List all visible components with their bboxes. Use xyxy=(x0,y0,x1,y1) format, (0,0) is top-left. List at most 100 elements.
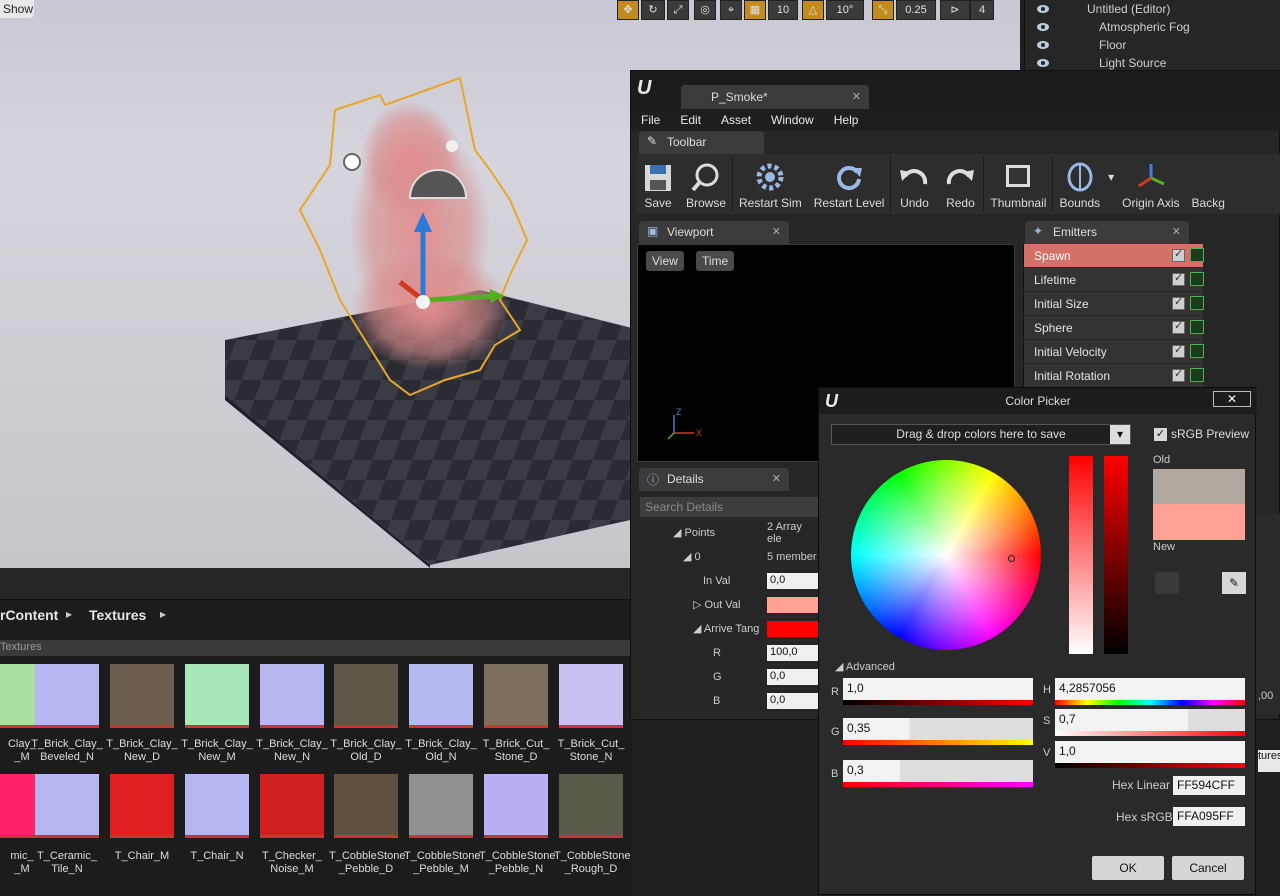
origin-axis-button[interactable]: Origin Axis xyxy=(1116,154,1185,214)
emitter-module-row[interactable]: Initial Size xyxy=(1023,292,1204,315)
scale-snap-icon[interactable]: ⤡ xyxy=(872,0,894,20)
tab-viewport[interactable]: ▣ Viewport ✕ xyxy=(639,221,789,244)
tab-emitters[interactable]: ✦ Emitters ✕ xyxy=(1025,221,1189,244)
curve-editor-icon[interactable] xyxy=(1190,272,1204,286)
eye-icon[interactable] xyxy=(1037,5,1049,13)
outliner-item[interactable]: Atmospheric Fog xyxy=(1025,18,1280,36)
world-space-icon[interactable]: ◎ xyxy=(694,0,716,20)
cancel-button[interactable]: Cancel xyxy=(1172,856,1244,880)
time-button[interactable]: Time xyxy=(696,251,735,271)
rotation-snap-value[interactable]: 10° xyxy=(826,0,864,20)
module-enabled-checkbox[interactable] xyxy=(1172,319,1185,334)
eye-icon[interactable] xyxy=(1037,41,1049,49)
bounds-dropdown[interactable]: ▾ xyxy=(1106,154,1116,214)
r-slider[interactable]: 1,0 xyxy=(843,678,1033,700)
saturation-slider[interactable] xyxy=(1069,456,1093,654)
rotation-snap-icon[interactable]: △ xyxy=(802,0,824,20)
color-wheel-cursor[interactable] xyxy=(1008,555,1015,562)
scale-tool-icon[interactable]: ⤢ xyxy=(667,0,689,20)
emitter-module-row[interactable]: Sphere xyxy=(1023,316,1204,339)
search-details-input[interactable]: Search Details xyxy=(640,497,820,517)
chevron-down-icon[interactable]: ▾ xyxy=(1110,425,1130,444)
grid-snap-value[interactable]: 10 xyxy=(768,0,798,20)
outliner-item[interactable]: Untitled (Editor) xyxy=(1025,0,1280,18)
texture-thumbnail[interactable] xyxy=(409,664,473,728)
h-slider[interactable]: 4,2857056 xyxy=(1055,678,1245,700)
close-icon[interactable]: ✕ xyxy=(1172,225,1181,238)
emitter-module-row[interactable]: Initial Velocity xyxy=(1023,340,1204,363)
menu-help[interactable]: Help xyxy=(824,109,869,131)
ok-button[interactable]: OK xyxy=(1092,856,1164,880)
curve-editor-icon[interactable] xyxy=(1190,320,1204,334)
texture-thumbnail[interactable] xyxy=(484,774,548,838)
g-slider[interactable]: 0,35 xyxy=(843,718,1033,740)
close-icon[interactable]: ✕ xyxy=(772,472,781,485)
background-color-button[interactable]: Backg xyxy=(1186,154,1225,214)
module-enabled-checkbox[interactable] xyxy=(1172,295,1185,310)
camera-speed-icon[interactable]: ⊳ xyxy=(940,0,970,20)
texture-thumbnail[interactable] xyxy=(409,774,473,838)
color-wheel[interactable] xyxy=(851,460,1041,650)
texture-thumbnail[interactable] xyxy=(260,774,324,838)
redo-button[interactable]: Redo xyxy=(937,154,983,214)
undo-button[interactable]: Undo xyxy=(891,154,937,214)
eyedropper-icon[interactable]: ✎ xyxy=(1222,572,1246,594)
rotate-tool-icon[interactable]: ↻ xyxy=(641,0,665,20)
module-enabled-checkbox[interactable] xyxy=(1172,247,1185,262)
menu-asset[interactable]: Asset xyxy=(711,109,761,131)
curve-editor-icon[interactable] xyxy=(1190,344,1204,358)
texture-thumbnail[interactable] xyxy=(110,774,174,838)
texture-thumbnail[interactable] xyxy=(559,774,623,838)
restart-level-button[interactable]: Restart Level xyxy=(808,154,891,214)
breadcrumb-item[interactable]: Textures xyxy=(89,607,146,623)
tab-details[interactable]: ⓘ Details ✕ xyxy=(639,468,789,491)
bounds-button[interactable]: Bounds xyxy=(1053,154,1106,214)
color-wheel-mode-icon[interactable] xyxy=(1155,572,1179,594)
outliner-item[interactable]: Floor xyxy=(1025,36,1280,54)
close-icon[interactable]: ✕ xyxy=(852,90,861,103)
value-slider[interactable] xyxy=(1104,456,1128,654)
browse-button[interactable]: Browse xyxy=(680,154,732,214)
texture-thumbnail[interactable] xyxy=(334,774,398,838)
module-enabled-checkbox[interactable] xyxy=(1172,271,1185,286)
emitter-module-row[interactable]: Initial Rotation xyxy=(1023,364,1204,387)
texture-thumbnail[interactable] xyxy=(35,774,99,838)
emitter-module-row[interactable]: Lifetime xyxy=(1023,268,1204,291)
curve-editor-icon[interactable] xyxy=(1190,296,1204,310)
close-button[interactable]: ✕ xyxy=(1213,391,1251,407)
texture-thumbnail[interactable] xyxy=(35,664,99,728)
b-slider[interactable]: 0,3 xyxy=(843,760,1033,782)
close-icon[interactable]: ✕ xyxy=(772,225,781,238)
eye-icon[interactable] xyxy=(1037,23,1049,31)
grid-snap-icon[interactable]: ▦ xyxy=(744,0,766,20)
view-button[interactable]: View xyxy=(646,251,684,271)
camera-speed-value[interactable]: 4 xyxy=(970,0,994,20)
tab-p-smoke[interactable]: P_Smoke* ✕ xyxy=(681,85,869,109)
surface-snap-icon[interactable]: ⌖ xyxy=(720,0,742,20)
hex-linear-input[interactable]: FF594CFF xyxy=(1173,776,1245,795)
texture-thumbnail[interactable] xyxy=(334,664,398,728)
curve-editor-icon[interactable] xyxy=(1190,248,1204,262)
v-slider[interactable]: 1,0 xyxy=(1055,741,1245,763)
module-enabled-checkbox[interactable] xyxy=(1172,343,1185,358)
texture-thumbnail[interactable] xyxy=(110,664,174,728)
advanced-toggle[interactable]: ◢ Advanced xyxy=(835,660,895,673)
breadcrumb-item[interactable]: rContent xyxy=(0,607,58,623)
srgb-preview-checkbox[interactable]: ✓ xyxy=(1154,428,1167,441)
texture-thumbnail[interactable] xyxy=(260,664,324,728)
emitter-module-row[interactable]: Spawn xyxy=(1023,244,1204,267)
texture-thumbnail[interactable] xyxy=(559,664,623,728)
menu-window[interactable]: Window xyxy=(761,109,824,131)
texture-thumbnail[interactable] xyxy=(185,774,249,838)
texture-thumbnail[interactable] xyxy=(484,664,548,728)
thumbnail-button[interactable]: Thumbnail xyxy=(984,154,1052,214)
menu-edit[interactable]: Edit xyxy=(670,109,711,131)
hex-srgb-input[interactable]: FFA095FF xyxy=(1173,807,1245,826)
s-slider[interactable]: 0,7 xyxy=(1055,709,1245,731)
tab-toolbar[interactable]: ✎ Toolbar xyxy=(639,131,764,154)
menu-file[interactable]: File xyxy=(631,109,670,131)
translate-tool-icon[interactable]: ✥ xyxy=(617,0,639,20)
right-edge-filter[interactable]: tures xyxy=(1258,750,1280,772)
save-button[interactable]: Save xyxy=(636,154,680,214)
eye-icon[interactable] xyxy=(1037,59,1049,67)
